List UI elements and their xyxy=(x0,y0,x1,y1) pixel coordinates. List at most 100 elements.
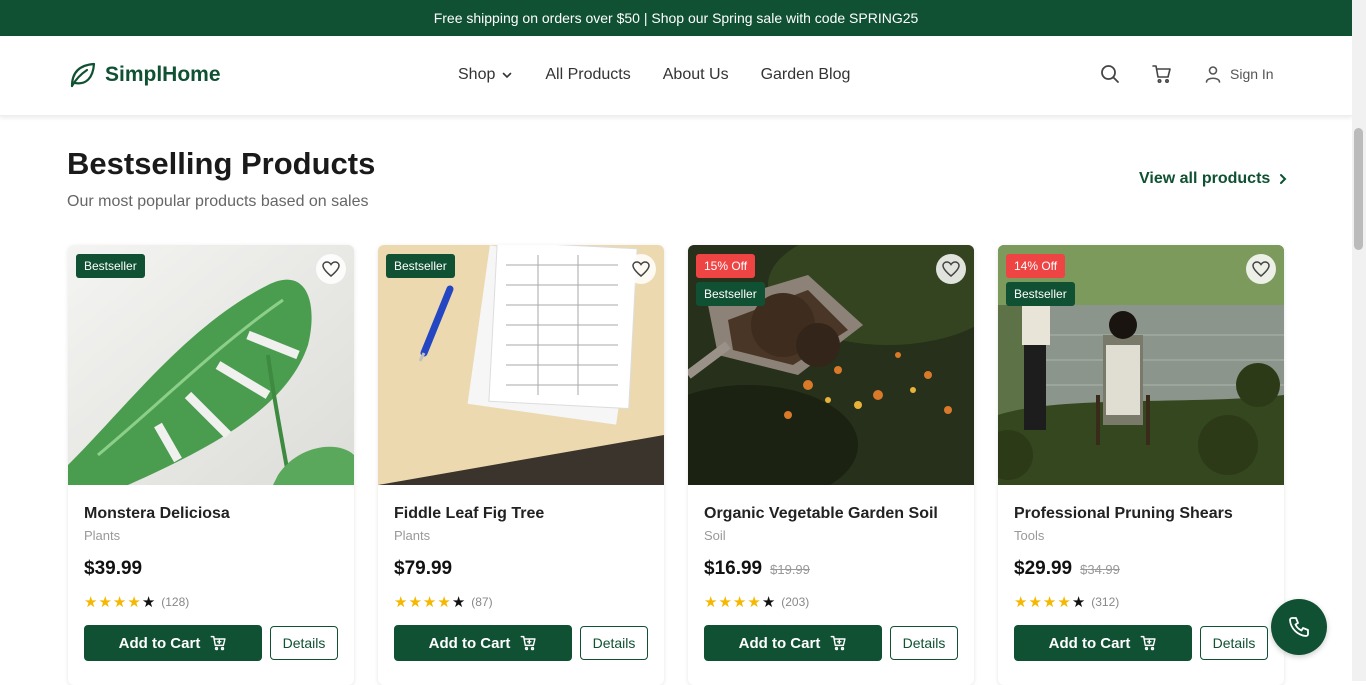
star-rating: ★ ★ ★ ★ ★ (203) xyxy=(704,593,809,611)
product-image-garden-soil[interactable]: 15% Off Bestseller xyxy=(688,245,974,485)
star-empty-icon: ★ xyxy=(761,594,776,611)
add-to-cart-button[interactable]: Add to Cart xyxy=(1014,625,1192,661)
star-icon: ★ xyxy=(1014,594,1028,611)
cart-icon xyxy=(1140,635,1156,651)
header-actions: Sign In xyxy=(1100,64,1274,84)
star-empty-icon: ★ xyxy=(1071,594,1086,611)
product-card[interactable]: Bestseller Monstera Deliciosa Plants $39… xyxy=(68,245,354,685)
add-to-cart-button[interactable]: Add to Cart xyxy=(394,625,572,661)
contact-phone-button[interactable] xyxy=(1271,599,1327,655)
nav-about-us[interactable]: About Us xyxy=(663,66,729,84)
details-button[interactable]: Details xyxy=(890,626,958,660)
view-all-products-link[interactable]: View all products xyxy=(1139,170,1288,188)
bestseller-badge: Bestseller xyxy=(76,254,145,278)
product-price: $79.99 xyxy=(394,558,452,580)
chevron-down-icon xyxy=(503,72,512,79)
add-to-cart-label: Add to Cart xyxy=(428,634,511,652)
star-icon: ★ xyxy=(98,594,112,611)
current-price: $16.99 xyxy=(704,558,763,579)
add-to-cart-label: Add to Cart xyxy=(118,634,201,652)
phone-icon xyxy=(1289,617,1309,637)
product-price: $39.99 xyxy=(84,558,142,580)
current-price: $79.99 xyxy=(394,558,453,579)
review-count: (87) xyxy=(471,595,493,609)
details-button[interactable]: Details xyxy=(270,626,338,660)
heart-icon xyxy=(942,261,960,277)
signin-label: Sign In xyxy=(1230,66,1274,82)
original-price: $34.99 xyxy=(1080,562,1120,577)
leaf-logo-icon xyxy=(70,62,96,88)
star-icon: ★ xyxy=(1042,594,1057,611)
add-to-cart-button[interactable]: Add to Cart xyxy=(84,625,262,661)
star-icon: ★ xyxy=(437,594,451,611)
product-name[interactable]: Fiddle Leaf Fig Tree xyxy=(394,505,544,523)
product-name[interactable]: Monstera Deliciosa xyxy=(84,505,230,523)
star-icon: ★ xyxy=(112,594,127,611)
bestseller-badge: Bestseller xyxy=(386,254,455,278)
star-icon: ★ xyxy=(1028,594,1042,611)
star-icon: ★ xyxy=(394,594,408,611)
site-header: SimplHome Shop All Products About Us Gar… xyxy=(0,36,1352,116)
cart-icon[interactable] xyxy=(1152,64,1172,84)
details-button[interactable]: Details xyxy=(1200,626,1268,660)
product-image-monstera[interactable]: Bestseller xyxy=(68,245,354,485)
product-image-pruning-shears[interactable]: 14% Off Bestseller xyxy=(998,245,1284,485)
star-icon: ★ xyxy=(747,594,761,611)
star-icon: ★ xyxy=(704,594,718,611)
review-count: (203) xyxy=(781,595,810,609)
bestseller-badge: Bestseller xyxy=(1006,282,1075,306)
promo-banner-text: Free shipping on orders over $50 | Shop … xyxy=(433,10,919,26)
star-icon: ★ xyxy=(408,594,422,611)
star-icon: ★ xyxy=(732,594,747,611)
product-price: $16.99 $19.99 xyxy=(704,558,810,580)
logo-text: SimplHome xyxy=(105,63,221,86)
product-card[interactable]: 15% Off Bestseller Organic Vegetable Gar… xyxy=(688,245,974,685)
heart-icon xyxy=(322,261,340,277)
nav-shop[interactable]: Shop xyxy=(458,66,513,84)
chevron-right-icon xyxy=(1280,174,1287,184)
nav-garden-blog[interactable]: Garden Blog xyxy=(761,66,851,84)
wishlist-button[interactable] xyxy=(936,254,966,284)
star-icon: ★ xyxy=(1057,594,1071,611)
details-button[interactable]: Details xyxy=(580,626,648,660)
cart-icon xyxy=(210,635,226,651)
product-card[interactable]: 14% Off Bestseller Professional Pruning … xyxy=(998,245,1284,685)
product-card[interactable]: Bestseller Fiddle Leaf Fig Tree Plants $… xyxy=(378,245,664,685)
wishlist-button[interactable] xyxy=(626,254,656,284)
section-subtitle: Our most popular products based on sales xyxy=(67,193,369,210)
current-price: $39.99 xyxy=(84,558,143,579)
discount-badge: 14% Off xyxy=(1006,254,1066,278)
user-icon xyxy=(1205,66,1221,83)
star-icon: ★ xyxy=(84,594,98,611)
add-to-cart-label: Add to Cart xyxy=(1048,634,1131,652)
add-to-cart-button[interactable]: Add to Cart xyxy=(704,625,882,661)
discount-badge: 15% Off xyxy=(696,254,756,278)
product-price: $29.99 $34.99 xyxy=(1014,558,1120,580)
product-category: Soil xyxy=(704,528,726,543)
cart-icon xyxy=(520,635,536,651)
star-icon: ★ xyxy=(127,594,141,611)
scrollbar-track[interactable] xyxy=(1352,0,1366,681)
star-icon: ★ xyxy=(422,594,437,611)
star-rating: ★ ★ ★ ★ ★ (312) xyxy=(1014,593,1119,611)
view-all-label: View all products xyxy=(1139,170,1271,187)
product-name[interactable]: Professional Pruning Shears xyxy=(1014,505,1233,523)
cart-icon xyxy=(830,635,846,651)
review-count: (128) xyxy=(161,595,190,609)
nav-all-products[interactable]: All Products xyxy=(545,66,630,84)
scrollbar-thumb[interactable] xyxy=(1354,128,1363,250)
original-price: $19.99 xyxy=(770,562,810,577)
search-icon[interactable] xyxy=(1100,64,1120,84)
logo[interactable]: SimplHome xyxy=(67,60,221,90)
wishlist-button[interactable] xyxy=(1246,254,1276,284)
product-category: Tools xyxy=(1014,528,1045,543)
current-price: $29.99 xyxy=(1014,558,1073,579)
heart-icon xyxy=(1252,261,1270,277)
review-count: (312) xyxy=(1091,595,1120,609)
product-name[interactable]: Organic Vegetable Garden Soil xyxy=(704,505,938,523)
product-category: Plants xyxy=(394,528,431,543)
wishlist-button[interactable] xyxy=(316,254,346,284)
product-image-fiddle-leaf[interactable]: Bestseller xyxy=(378,245,664,485)
product-category: Plants xyxy=(84,528,121,543)
signin-button[interactable]: Sign In xyxy=(1204,65,1274,83)
